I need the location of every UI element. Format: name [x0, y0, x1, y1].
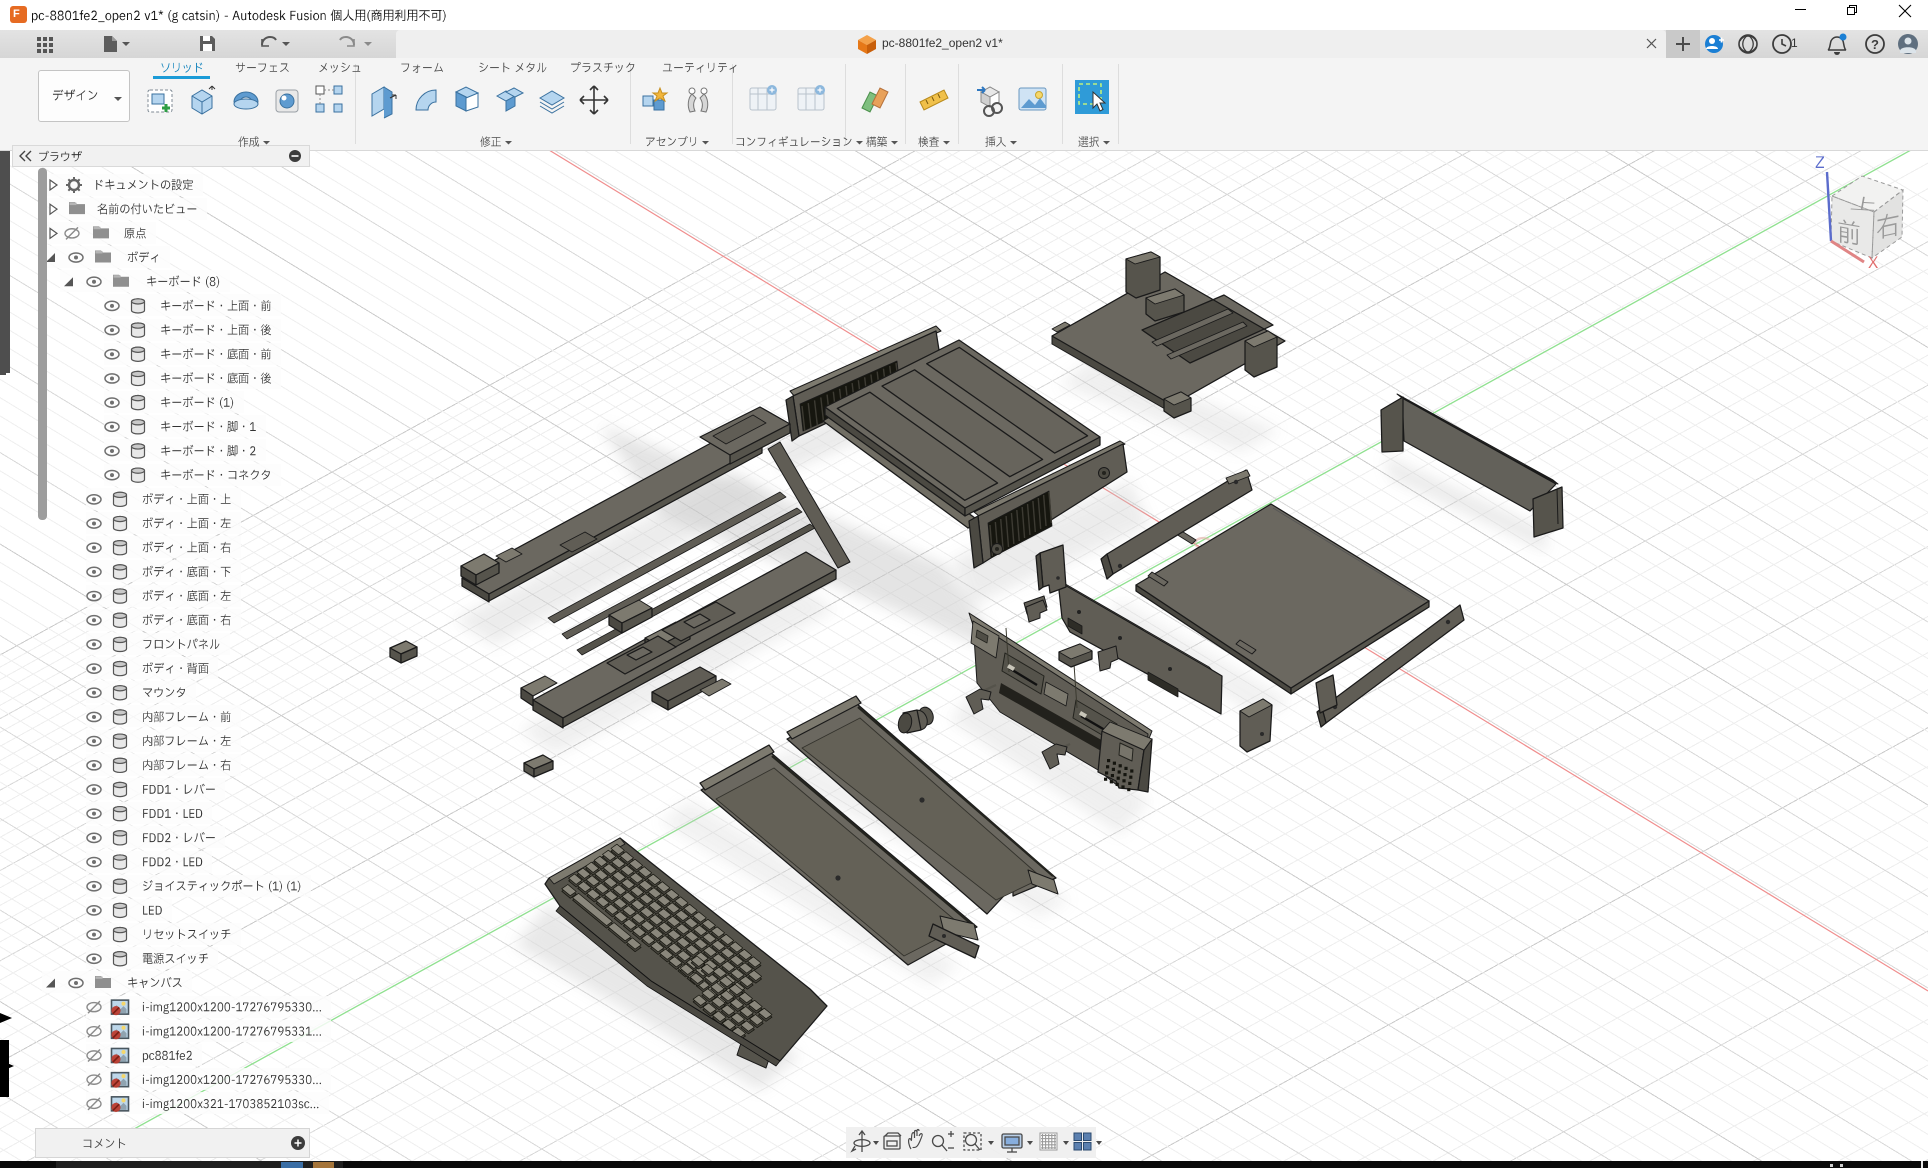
- svg-text:?: ?: [1871, 37, 1879, 52]
